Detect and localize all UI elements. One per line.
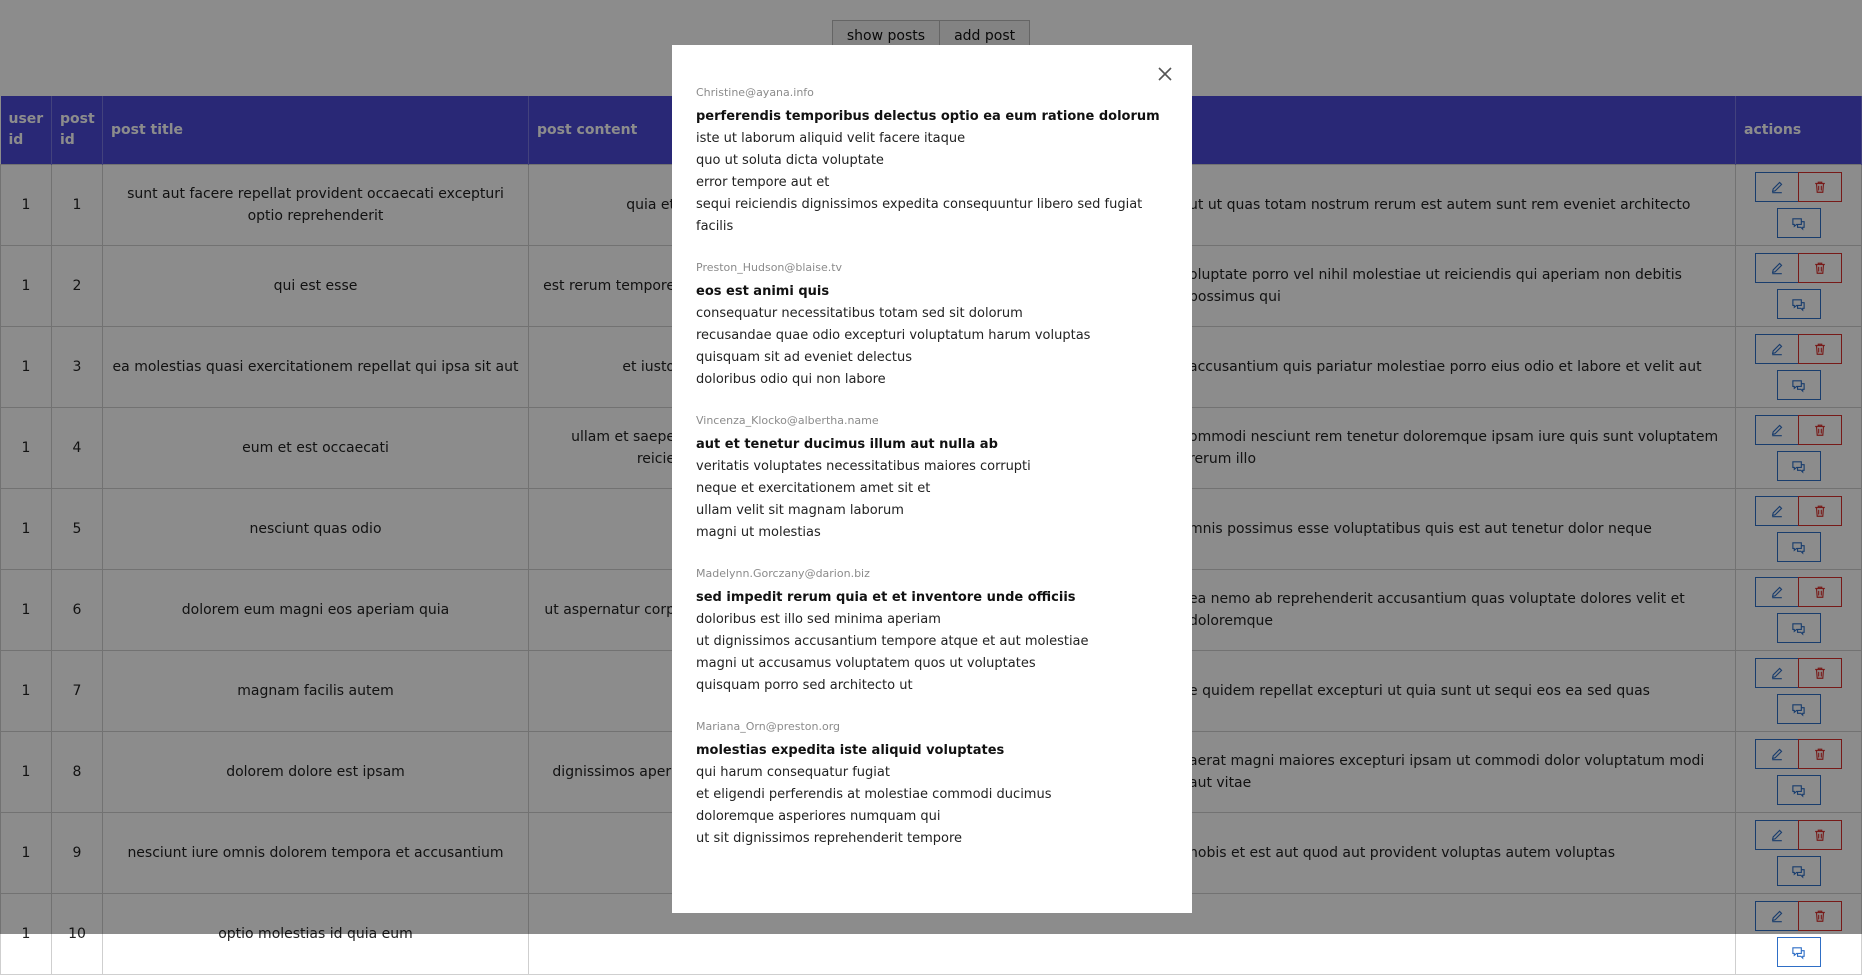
comment-name: eos est animi quis [696, 284, 830, 299]
comment-email: Mariana_Orn@preston.org [696, 720, 841, 733]
comment-body-line: doloremque asperiores numquam qui [696, 809, 941, 824]
comment-item: Madelynn.Gorczany@darion.biz sed impedit… [696, 566, 1168, 697]
comments-button[interactable] [1776, 937, 1821, 967]
comment-name: molestias expedita iste aliquid voluptat… [696, 743, 1005, 758]
comment-body-line: error tempore aut et [696, 175, 830, 190]
comment-body-line: quisquam porro sed architecto ut [696, 678, 913, 693]
comment-body-line: magni ut molestias [696, 525, 821, 540]
comment-body-line: veritatis voluptates necessitatibus maio… [696, 459, 1031, 474]
comment-body-line: ut dignissimos accusantium tempore atque… [696, 634, 1089, 649]
comment-name: sed impedit rerum quia et et inventore u… [696, 590, 1076, 605]
comment-body-line: neque et exercitationem amet sit et [696, 481, 931, 496]
comment-item: Christine@ayana.info perferendis tempori… [696, 85, 1168, 238]
comment-body-line: magni ut accusamus voluptatem quos ut vo… [696, 656, 1036, 671]
comment-body-line: consequatur necessitatibus totam sed sit… [696, 306, 1023, 321]
comment-body-line: quisquam sit ad eveniet delectus [696, 350, 912, 365]
comment-body-line: ut sit dignissimos reprehenderit tempore [696, 831, 963, 846]
comment-body-line: doloribus odio qui non labore [696, 372, 886, 387]
comment-body-line: et eligendi perferendis at molestiae com… [696, 787, 1052, 802]
comment-item: Vincenza_Klocko@albertha.name aut et ten… [696, 413, 1168, 544]
comment-body-line: ullam velit sit magnam laborum [696, 503, 904, 518]
comment-name: perferendis temporibus delectus optio ea… [696, 109, 1160, 124]
comments-list: Christine@ayana.info perferendis tempori… [696, 85, 1168, 850]
comment-email: Preston_Hudson@blaise.tv [696, 261, 843, 274]
comment-name: aut et tenetur ducimus illum aut nulla a… [696, 437, 998, 452]
close-icon[interactable] [1154, 63, 1176, 85]
comment-body-line: iste ut laborum aliquid velit facere ita… [696, 131, 966, 146]
comment-email: Vincenza_Klocko@albertha.name [696, 414, 879, 427]
comment-item: Preston_Hudson@blaise.tv eos est animi q… [696, 260, 1168, 391]
comments-modal: Christine@ayana.info perferendis tempori… [672, 45, 1192, 913]
comment-body-line: qui harum consequatur fugiat [696, 765, 890, 780]
chat-icon [1791, 945, 1806, 960]
comment-body-line: sequi reiciendis dignissimos expedita co… [696, 197, 1143, 234]
comment-email: Christine@ayana.info [696, 86, 814, 99]
comment-body-line: doloribus est illo sed minima aperiam [696, 612, 941, 627]
comment-body-line: recusandae quae odio excepturi voluptatu… [696, 328, 1091, 343]
comment-email: Madelynn.Gorczany@darion.biz [696, 567, 870, 580]
comment-body-line: quo ut soluta dicta voluptate [696, 153, 884, 168]
comment-item: Mariana_Orn@preston.org molestias expedi… [696, 719, 1168, 850]
